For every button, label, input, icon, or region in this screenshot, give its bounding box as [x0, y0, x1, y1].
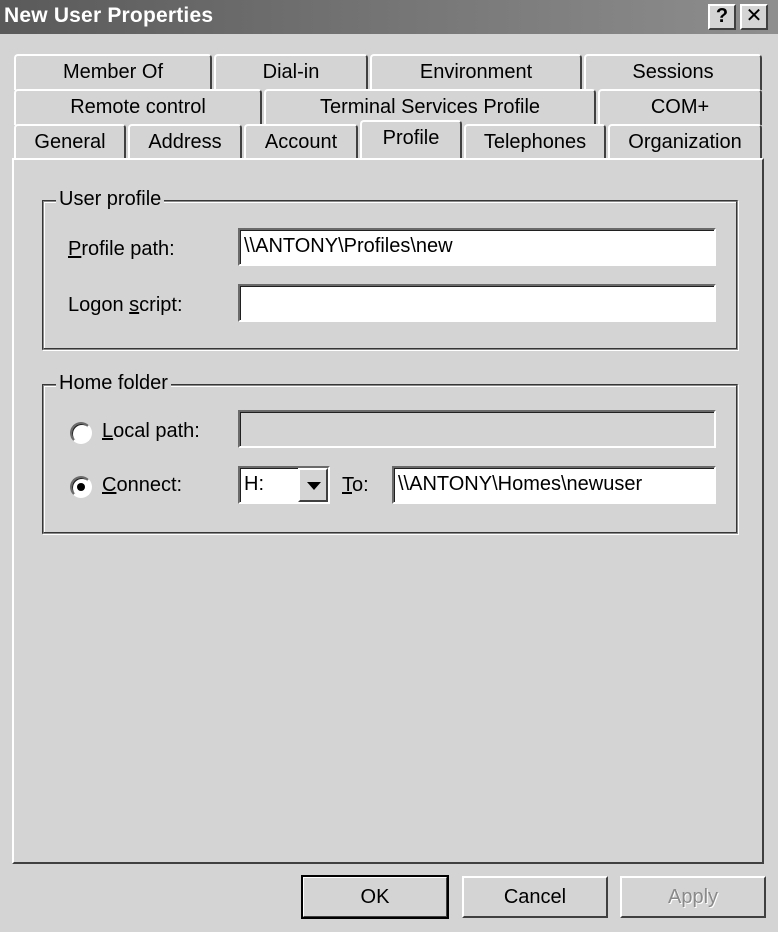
home-folder-legend: Home folder	[56, 372, 171, 395]
drive-letter-select[interactable]: H:	[238, 466, 330, 504]
apply-button[interactable]: Apply	[620, 876, 766, 918]
drive-letter-value: H:	[244, 473, 264, 495]
logon-script-label: Logon script:	[68, 294, 183, 316]
tab-environment[interactable]: Environment	[370, 54, 582, 90]
tab-com-plus[interactable]: COM+	[598, 89, 762, 125]
cancel-button[interactable]: Cancel	[462, 876, 608, 918]
profile-path-label: Profile path:	[68, 238, 175, 260]
tab-remote-control[interactable]: Remote control	[14, 89, 262, 125]
home-folder-to-input[interactable]: \\ANTONY\Homes\newuser	[392, 466, 716, 504]
connect-label: Connect:	[102, 474, 183, 496]
local-path-label: Local path:	[102, 420, 200, 442]
close-button[interactable]: ✕	[740, 4, 768, 30]
title-bar: New User Properties ? ✕	[0, 0, 778, 34]
radio-selected-dot	[77, 483, 85, 491]
home-folder-group: Home folder Local path: Connect: H: To: …	[42, 372, 738, 534]
tab-member-of[interactable]: Member Of	[14, 54, 212, 90]
local-path-input[interactable]	[238, 410, 716, 448]
tab-general[interactable]: General	[14, 124, 126, 160]
user-profile-legend: User profile	[56, 188, 165, 211]
tab-profile[interactable]: Profile	[360, 120, 462, 158]
ok-button[interactable]: OK	[301, 875, 449, 919]
window-title: New User Properties	[4, 4, 214, 27]
profile-tab-panel: User profile Profile path: \\ANTONY\Prof…	[12, 158, 764, 864]
tab-dial-in[interactable]: Dial-in	[214, 54, 368, 90]
logon-script-input[interactable]	[238, 284, 716, 322]
tab-address[interactable]: Address	[128, 124, 242, 160]
user-profile-group: User profile Profile path: \\ANTONY\Prof…	[42, 188, 738, 350]
connect-radio[interactable]	[70, 476, 92, 498]
profile-path-input[interactable]: \\ANTONY\Profiles\new	[238, 228, 716, 266]
chevron-down-icon[interactable]	[298, 468, 328, 502]
tab-telephones[interactable]: Telephones	[464, 124, 606, 160]
to-label: To:	[342, 474, 369, 496]
tab-sessions[interactable]: Sessions	[584, 54, 762, 90]
tab-organization[interactable]: Organization	[608, 124, 762, 160]
help-button[interactable]: ?	[708, 4, 736, 30]
tab-account[interactable]: Account	[244, 124, 358, 160]
local-path-radio[interactable]	[70, 422, 92, 444]
